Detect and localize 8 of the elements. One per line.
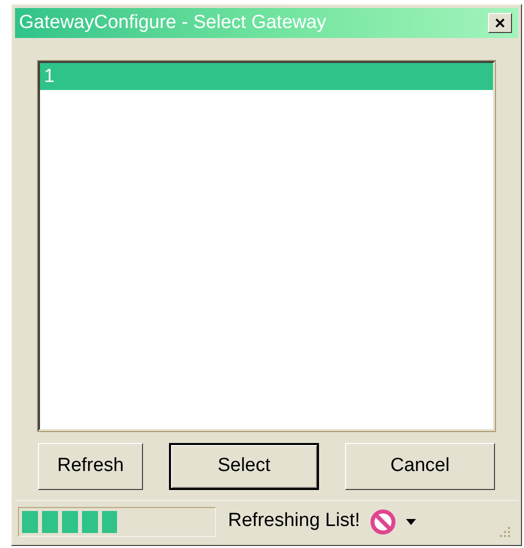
status-message: Refreshing List!: [228, 509, 360, 534]
dialog-button[interactable]: Select: [169, 443, 319, 490]
dropdown-caret-icon[interactable]: [406, 518, 416, 524]
dialog-button[interactable]: Refresh: [38, 443, 143, 490]
window-title: GatewayConfigure - Select Gateway: [19, 10, 326, 35]
close-button[interactable]: ×: [488, 13, 512, 33]
dialog-button[interactable]: Cancel: [345, 443, 495, 490]
prohibited-icon: [370, 508, 396, 534]
